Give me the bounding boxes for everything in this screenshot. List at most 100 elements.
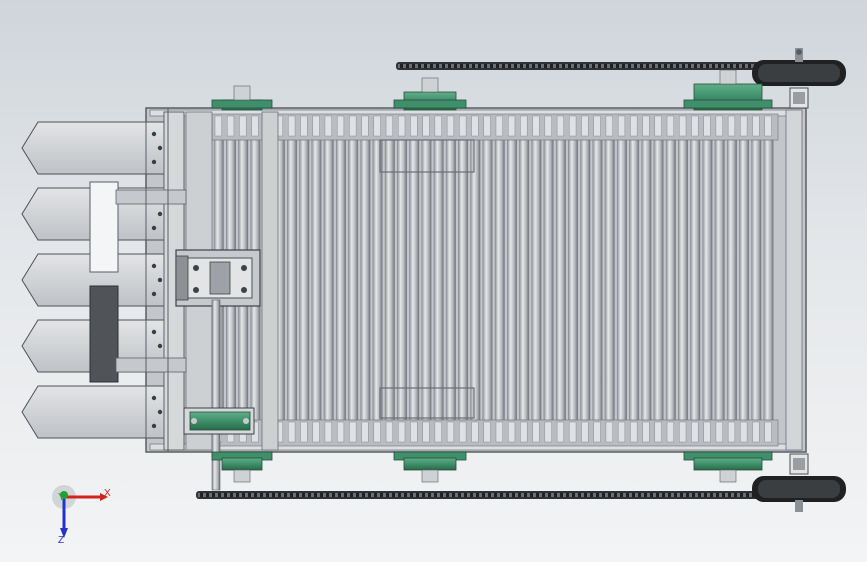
roller [311,139,322,421]
tooth [605,115,613,137]
chain-link [452,493,455,497]
chain-link [544,64,547,68]
bearing-top-1[interactable] [211,85,273,111]
gearbox[interactable] [175,249,261,307]
tooth [483,115,491,137]
triad-y-label: Y [58,492,65,503]
chain-link [284,493,287,497]
bearing-bottom-1[interactable] [211,451,273,483]
roller [287,139,298,421]
drive-wheel-bottom[interactable] [752,476,846,512]
drive-shaft [211,299,221,491]
chain-link [406,64,409,68]
roller [580,139,591,421]
tooth [495,115,503,137]
chain-link [254,493,257,497]
tooth [532,115,540,137]
lower-bearing-housing[interactable] [183,407,255,435]
chain-link [260,493,263,497]
bearing-top-2[interactable] [393,77,467,111]
tooth [324,115,332,137]
tooth [544,421,552,443]
chain-link [560,493,563,497]
tooth [361,421,369,443]
tooth [385,421,393,443]
chain-link [410,493,413,497]
roller [519,139,530,421]
tooth [312,115,320,137]
chain-link [580,64,583,68]
roller [482,139,493,421]
roller [763,139,774,421]
tooth [373,421,381,443]
chain-link [404,493,407,497]
drive-wheel-top[interactable] [752,48,846,86]
tooth [410,421,418,443]
tooth [752,115,760,137]
chain-link [692,493,695,497]
chain-link [344,493,347,497]
tooth [740,421,748,443]
chain-link [206,493,209,497]
chain-link [710,493,713,497]
bottom-chain [196,491,788,499]
tooth [508,421,516,443]
guard-plate-light [89,181,119,273]
tooth [764,115,772,137]
tooth [336,421,345,443]
chain-link [566,493,569,497]
chain-link [418,64,421,68]
chain-link [482,493,485,497]
tooth [581,421,589,443]
tooth [727,115,736,137]
roller [739,139,750,421]
tooth [715,115,723,137]
chain-link [614,493,617,497]
roller [629,139,640,421]
chain-link [514,64,517,68]
bearing-bottom-2[interactable] [393,451,467,483]
tooth [251,115,259,137]
chain-link [508,64,511,68]
chain-link [272,493,275,497]
cad-viewport[interactable]: X Y Z [0,0,867,562]
chain-link [686,493,689,497]
chain-link [350,493,353,497]
chain-link [712,64,715,68]
chain-link [362,493,365,497]
chain-link [416,493,419,497]
roller [665,139,676,421]
tooth [373,115,381,137]
chain-link [698,493,701,497]
tooth [630,115,638,137]
chain-link [400,64,403,68]
roller [702,139,713,421]
tooth [556,115,565,137]
chain-link [472,64,475,68]
chain-link [730,64,733,68]
chain-link [326,493,329,497]
tooth [581,115,589,137]
chain-link [626,493,629,497]
chain-link [644,493,647,497]
tooth [227,115,235,137]
roller [555,139,566,421]
chain-link [478,64,481,68]
chain-link [674,493,677,497]
chain-link [488,493,491,497]
chain-link [622,64,625,68]
lower-tooth-strip [211,419,779,447]
tooth [434,115,442,137]
tooth [471,115,479,137]
chain-link [748,64,751,68]
chain-link [460,64,463,68]
tooth [300,421,308,443]
chain-link [434,493,437,497]
tooth [300,115,308,137]
tooth [446,115,455,137]
tooth [727,421,736,443]
tooth [617,421,626,443]
chain-link [398,493,401,497]
roller [653,139,664,421]
roller [641,139,652,421]
